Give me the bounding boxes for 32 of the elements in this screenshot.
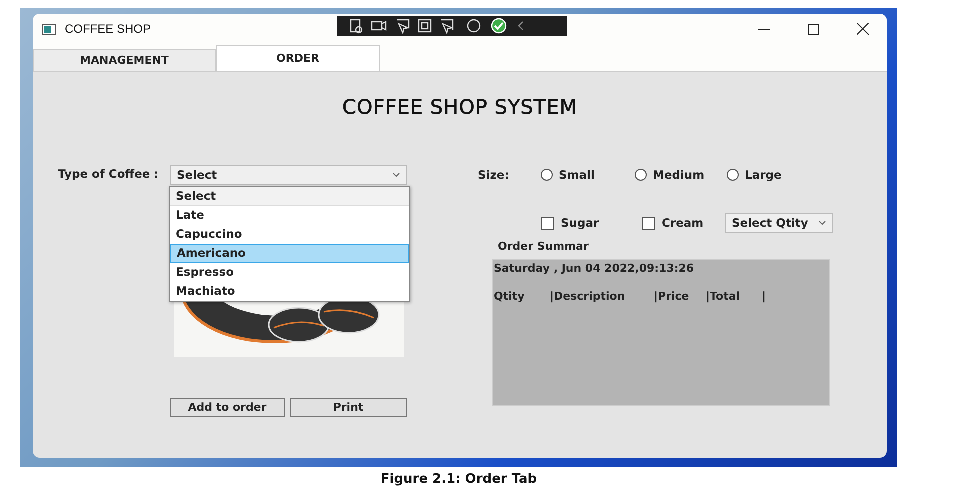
column-header: Qtity	[494, 290, 526, 303]
radio-label: Small	[559, 168, 595, 182]
column-header: |	[762, 290, 768, 303]
figure-caption: Figure 2.1: Order Tab	[380, 472, 538, 487]
size-radio[interactable]: Small	[541, 168, 635, 182]
action-button[interactable]: Print	[290, 398, 407, 417]
window-title: COFFEE SHOP	[65, 22, 152, 36]
action-button[interactable]: Add to order	[170, 398, 285, 417]
checkbox-label: Cream	[662, 216, 704, 230]
tab[interactable]: MANAGEMENT	[33, 49, 216, 71]
dropdown-option[interactable]: Espresso	[170, 263, 409, 282]
dropdown-option[interactable]: Select	[170, 187, 409, 206]
dropdown-option[interactable]: Machiato	[170, 282, 409, 301]
column-header: |Description	[550, 290, 626, 303]
heading: COFFEE SHOP SYSTEM	[342, 95, 578, 119]
size-label: Size:	[478, 168, 510, 182]
coffee-type-label: Type of Coffee :	[58, 166, 160, 183]
size-radio[interactable]: Medium	[635, 168, 727, 182]
coffee-type-dropdown[interactable]: Select	[170, 165, 407, 185]
dropdown-option[interactable]: Capuccino	[170, 225, 409, 244]
column-header: |Price	[654, 290, 690, 303]
radio-label: Large	[745, 168, 782, 182]
tab[interactable]: ORDER	[216, 45, 380, 71]
dropdown-option[interactable]: Late	[170, 206, 409, 225]
order-summary-label: Order Summar	[498, 240, 589, 253]
radio-label: Medium	[653, 168, 705, 182]
quantity-dropdown[interactable]: Select Qtity	[725, 213, 833, 233]
dropdown-option[interactable]: Americano	[170, 244, 409, 263]
order-date: Saturday , Jun 04 2022,09:13:26	[494, 262, 694, 275]
column-header: |Total	[706, 290, 742, 303]
checkbox-label: Sugar	[561, 216, 600, 230]
size-radio[interactable]: Large	[727, 168, 782, 182]
